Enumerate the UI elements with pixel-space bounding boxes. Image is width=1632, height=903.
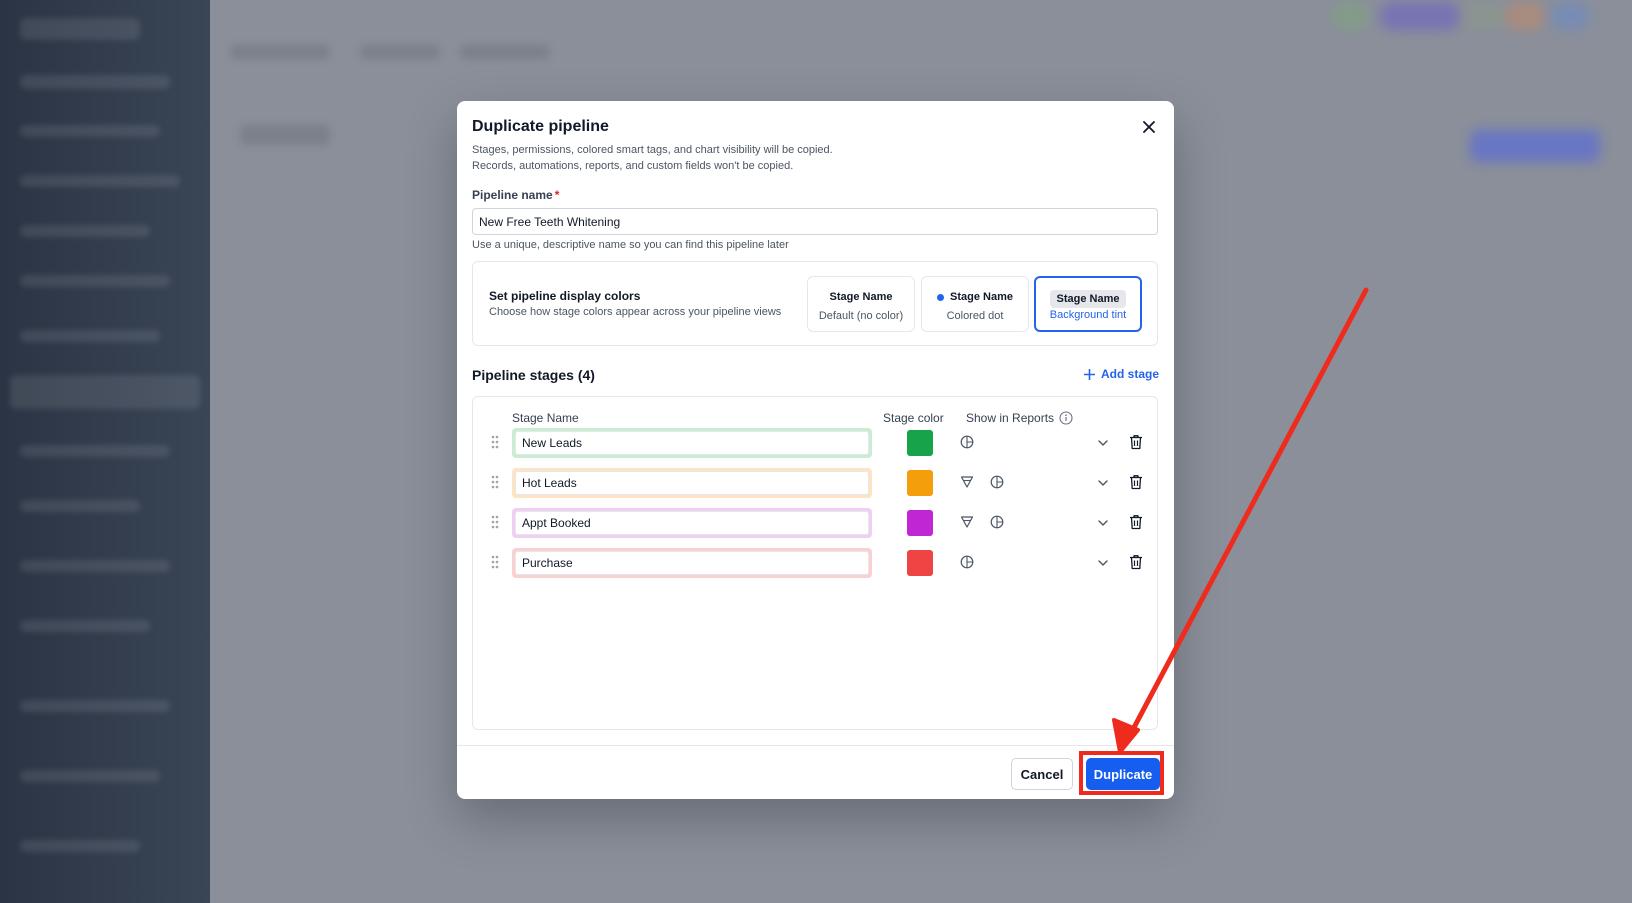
drag-handle-icon[interactable] [491, 475, 499, 494]
stage-row [473, 467, 1159, 499]
plus-icon [1083, 368, 1095, 380]
pie-chart-icon[interactable] [990, 515, 1004, 534]
background-sidebar [0, 0, 210, 903]
drag-handle-icon[interactable] [491, 435, 499, 454]
duplicate-pipeline-modal: Duplicate pipeline Stages, permissions, … [457, 101, 1174, 799]
stage-name-field [512, 428, 872, 458]
info-icon[interactable] [1059, 411, 1073, 425]
close-button[interactable] [1138, 116, 1160, 138]
chevron-down-icon[interactable] [1097, 516, 1109, 534]
footer-divider [457, 745, 1174, 746]
pie-chart-icon[interactable] [990, 475, 1004, 494]
trash-icon[interactable] [1129, 514, 1143, 535]
stage-row [473, 507, 1159, 539]
stage-name-field [512, 548, 872, 578]
pipeline-name-label: Pipeline name * [472, 188, 559, 202]
modal-title: Duplicate pipeline [472, 118, 609, 135]
stage-color-swatch[interactable] [907, 430, 933, 456]
funnel-chart-icon[interactable] [960, 475, 974, 494]
pipeline-name-label-text: Pipeline name [472, 188, 553, 202]
option-title: Stage Name [1049, 290, 1127, 308]
option-subtitle: Colored dot [946, 310, 1004, 322]
drag-handle-icon[interactable] [491, 515, 499, 534]
colored-dot-icon [937, 293, 944, 301]
trash-icon[interactable] [1129, 434, 1143, 455]
trash-icon[interactable] [1129, 474, 1143, 495]
stage-color-swatch[interactable] [907, 510, 933, 536]
stage-name-input[interactable] [515, 431, 869, 455]
add-stage-label: Add stage [1100, 367, 1159, 381]
drag-handle-icon[interactable] [491, 555, 499, 574]
display-colors-subtitle: Choose how stage colors appear across yo… [489, 306, 782, 318]
stage-name-field [512, 468, 872, 498]
annotation-highlight-box [1079, 751, 1164, 795]
color-option-default[interactable]: Stage Name Default (no color) [807, 276, 915, 332]
option-subtitle: Background tint [1049, 309, 1127, 321]
trash-icon[interactable] [1129, 554, 1143, 575]
pipeline-name-hint: Use a unique, descriptive name so you ca… [472, 239, 789, 251]
cancel-button[interactable]: Cancel [1011, 758, 1073, 790]
stage-row [473, 427, 1159, 459]
pipeline-stages-heading: Pipeline stages (4) [472, 367, 595, 383]
option-title: Stage Name [950, 291, 1013, 303]
chevron-down-icon[interactable] [1097, 476, 1109, 494]
pie-chart-icon[interactable] [960, 435, 974, 454]
funnel-chart-icon[interactable] [960, 515, 974, 534]
description-line-1: Stages, permissions, colored smart tags,… [472, 144, 833, 156]
chevron-down-icon[interactable] [1097, 436, 1109, 454]
pipeline-name-input[interactable] [472, 208, 1158, 235]
display-colors-panel: Set pipeline display colors Choose how s… [472, 261, 1158, 346]
modal-description: Stages, permissions, colored smart tags,… [472, 143, 833, 174]
stage-name-field [512, 508, 872, 538]
option-subtitle: Default (no color) [818, 310, 904, 322]
stage-color-swatch[interactable] [907, 550, 933, 576]
description-line-2: Records, automations, reports, and custo… [472, 159, 794, 172]
chevron-down-icon[interactable] [1097, 556, 1109, 574]
color-option-background-tint[interactable]: Stage Name Background tint [1034, 276, 1142, 332]
show-in-reports-label: Show in Reports [966, 411, 1055, 425]
pie-chart-icon[interactable] [960, 555, 974, 574]
required-mark: * [554, 188, 560, 202]
column-header-stage-name: Stage Name [512, 411, 579, 425]
display-colors-title: Set pipeline display colors [489, 289, 641, 303]
color-option-colored-dot[interactable]: Stage Name Colored dot [921, 276, 1029, 332]
column-header-show-in-reports: Show in Reports [966, 411, 1073, 425]
close-icon [1143, 121, 1155, 133]
stage-name-input[interactable] [515, 471, 869, 495]
stage-name-input[interactable] [515, 551, 869, 575]
stage-color-swatch[interactable] [907, 470, 933, 496]
column-header-stage-color: Stage color [883, 411, 944, 425]
stage-name-input[interactable] [515, 511, 869, 535]
option-title: Stage Name [829, 291, 893, 303]
stage-row [473, 547, 1159, 579]
add-stage-button[interactable]: Add stage [1083, 367, 1159, 381]
stages-table: Stage Name Stage color Show in Reports [472, 396, 1158, 730]
